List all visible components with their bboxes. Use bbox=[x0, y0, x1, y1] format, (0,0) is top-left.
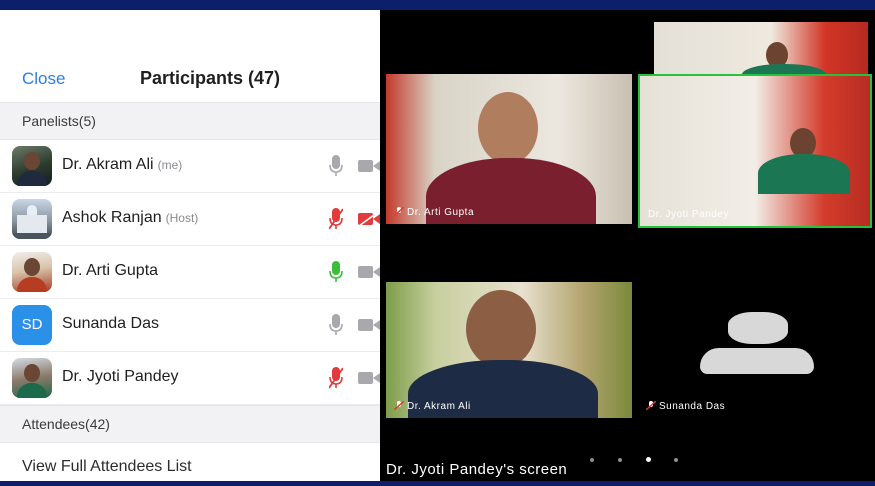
video-camera-muted-icon[interactable] bbox=[358, 212, 380, 226]
avatar-dome-shape bbox=[27, 205, 37, 215]
panelist-name: Dr. Jyoti Pandey bbox=[62, 368, 183, 386]
avatar-placeholder-body bbox=[700, 348, 814, 374]
panelist-name: Ashok Ranjan (Host) bbox=[62, 209, 198, 227]
person-head-shape bbox=[466, 290, 536, 368]
participants-panel: Close Participants (47) Panelists(5) Dr.… bbox=[0, 10, 380, 481]
avatar bbox=[12, 146, 52, 186]
tile-name-text: Sunanda Das bbox=[659, 401, 726, 412]
page-indicator[interactable] bbox=[590, 456, 690, 464]
tile-name-label: Sunanda Das bbox=[646, 400, 725, 412]
panelist-row[interactable]: Dr. Akram Ali (me) bbox=[0, 140, 380, 193]
panelist-name-text: Dr. Jyoti Pandey bbox=[62, 368, 179, 385]
video-camera-icon[interactable] bbox=[358, 159, 380, 173]
microphone-muted-icon bbox=[646, 401, 656, 410]
panelist-row[interactable]: Ashok Ranjan (Host) bbox=[0, 193, 380, 246]
video-tile-active-speaker[interactable]: Dr. Jyoti Pandey bbox=[638, 74, 872, 228]
page-dot[interactable] bbox=[590, 458, 594, 462]
avatar bbox=[12, 252, 52, 292]
panelists-section-header: Panelists(5) bbox=[0, 102, 380, 140]
video-camera-icon[interactable] bbox=[358, 265, 380, 279]
avatar: SD bbox=[12, 305, 52, 345]
tile-name-text: Dr. Jyoti Pandey bbox=[648, 209, 729, 220]
top-frame-bar bbox=[0, 0, 875, 10]
avatar-building-shape bbox=[17, 215, 47, 233]
panelist-name: Dr. Akram Ali (me) bbox=[62, 156, 182, 174]
microphone-muted-icon[interactable] bbox=[329, 366, 343, 390]
attendees-header-label: Attendees(42) bbox=[22, 416, 110, 432]
panelist-name-text: Sunanda Das bbox=[62, 315, 159, 332]
page-dot[interactable] bbox=[618, 458, 622, 462]
bottom-frame-bar bbox=[0, 481, 875, 486]
panelists-header-label: Panelists(5) bbox=[22, 113, 96, 129]
page-dot[interactable] bbox=[674, 458, 678, 462]
close-button[interactable]: Close bbox=[22, 69, 65, 89]
microphone-icon[interactable] bbox=[329, 313, 343, 337]
avatar-shoulders-shape bbox=[17, 277, 47, 292]
microphone-muted-icon bbox=[394, 401, 404, 410]
panelist-name: Dr. Arti Gupta bbox=[62, 262, 162, 280]
avatar-head-shape bbox=[24, 258, 40, 276]
page-dot-active[interactable] bbox=[646, 457, 651, 462]
screen-share-caption: Dr. Jyoti Pandey's screen bbox=[386, 461, 568, 478]
participants-header: Close Participants (47) bbox=[0, 56, 380, 102]
avatar-head-shape bbox=[24, 364, 40, 382]
panelist-name-text: Ashok Ranjan bbox=[62, 209, 162, 226]
view-attendees-button[interactable]: View Full Attendees List bbox=[22, 458, 192, 476]
panelist-role: (me) bbox=[157, 158, 183, 172]
avatar-placeholder-head bbox=[728, 312, 788, 344]
attendees-section-header: Attendees(42) bbox=[0, 405, 380, 443]
tile-name-label: Dr. Arti Gupta bbox=[394, 206, 474, 218]
person-body-shape bbox=[758, 154, 850, 194]
avatar bbox=[12, 358, 52, 398]
panelist-name-text: Dr. Arti Gupta bbox=[62, 262, 159, 279]
panelist-row[interactable]: Dr. Jyoti Pandey bbox=[0, 352, 380, 405]
tile-name-label: Dr. Akram Ali bbox=[394, 400, 471, 412]
meeting-video-area: Dr. Arti Gupta Dr. Jyoti Pandey Dr. Akra… bbox=[380, 10, 875, 481]
avatar bbox=[12, 199, 52, 239]
video-tile[interactable]: Dr. Akram Ali bbox=[386, 282, 632, 418]
video-camera-icon[interactable] bbox=[358, 318, 380, 332]
microphone-muted-icon[interactable] bbox=[329, 207, 343, 231]
panelist-name-text: Dr. Akram Ali bbox=[62, 156, 154, 173]
tile-name-label: Dr. Jyoti Pandey bbox=[648, 209, 729, 220]
microphone-icon[interactable] bbox=[329, 154, 343, 178]
participants-title: Participants (47) bbox=[140, 68, 281, 88]
tile-name-text: Dr. Akram Ali bbox=[407, 401, 471, 412]
panelist-row[interactable]: SD Sunanda Das bbox=[0, 299, 380, 352]
avatar-shoulders-shape bbox=[17, 171, 47, 186]
panelist-name: Sunanda Das bbox=[62, 315, 163, 333]
microphone-speaking-icon[interactable] bbox=[329, 260, 343, 284]
microphone-muted-icon bbox=[394, 207, 404, 216]
avatar-shoulders-shape bbox=[17, 383, 47, 398]
tile-name-text: Dr. Arti Gupta bbox=[407, 207, 475, 218]
avatar-head-shape bbox=[24, 152, 40, 170]
avatar-ground-shape bbox=[12, 233, 52, 239]
person-head-shape bbox=[478, 92, 538, 164]
video-tile[interactable]: Dr. Arti Gupta bbox=[386, 74, 632, 224]
panelist-role: (Host) bbox=[165, 211, 199, 225]
video-camera-icon[interactable] bbox=[358, 371, 380, 385]
video-tile-partial[interactable] bbox=[654, 22, 868, 78]
panelist-row[interactable]: Dr. Arti Gupta bbox=[0, 246, 380, 299]
video-tile-no-video[interactable]: Sunanda Das bbox=[638, 282, 872, 418]
